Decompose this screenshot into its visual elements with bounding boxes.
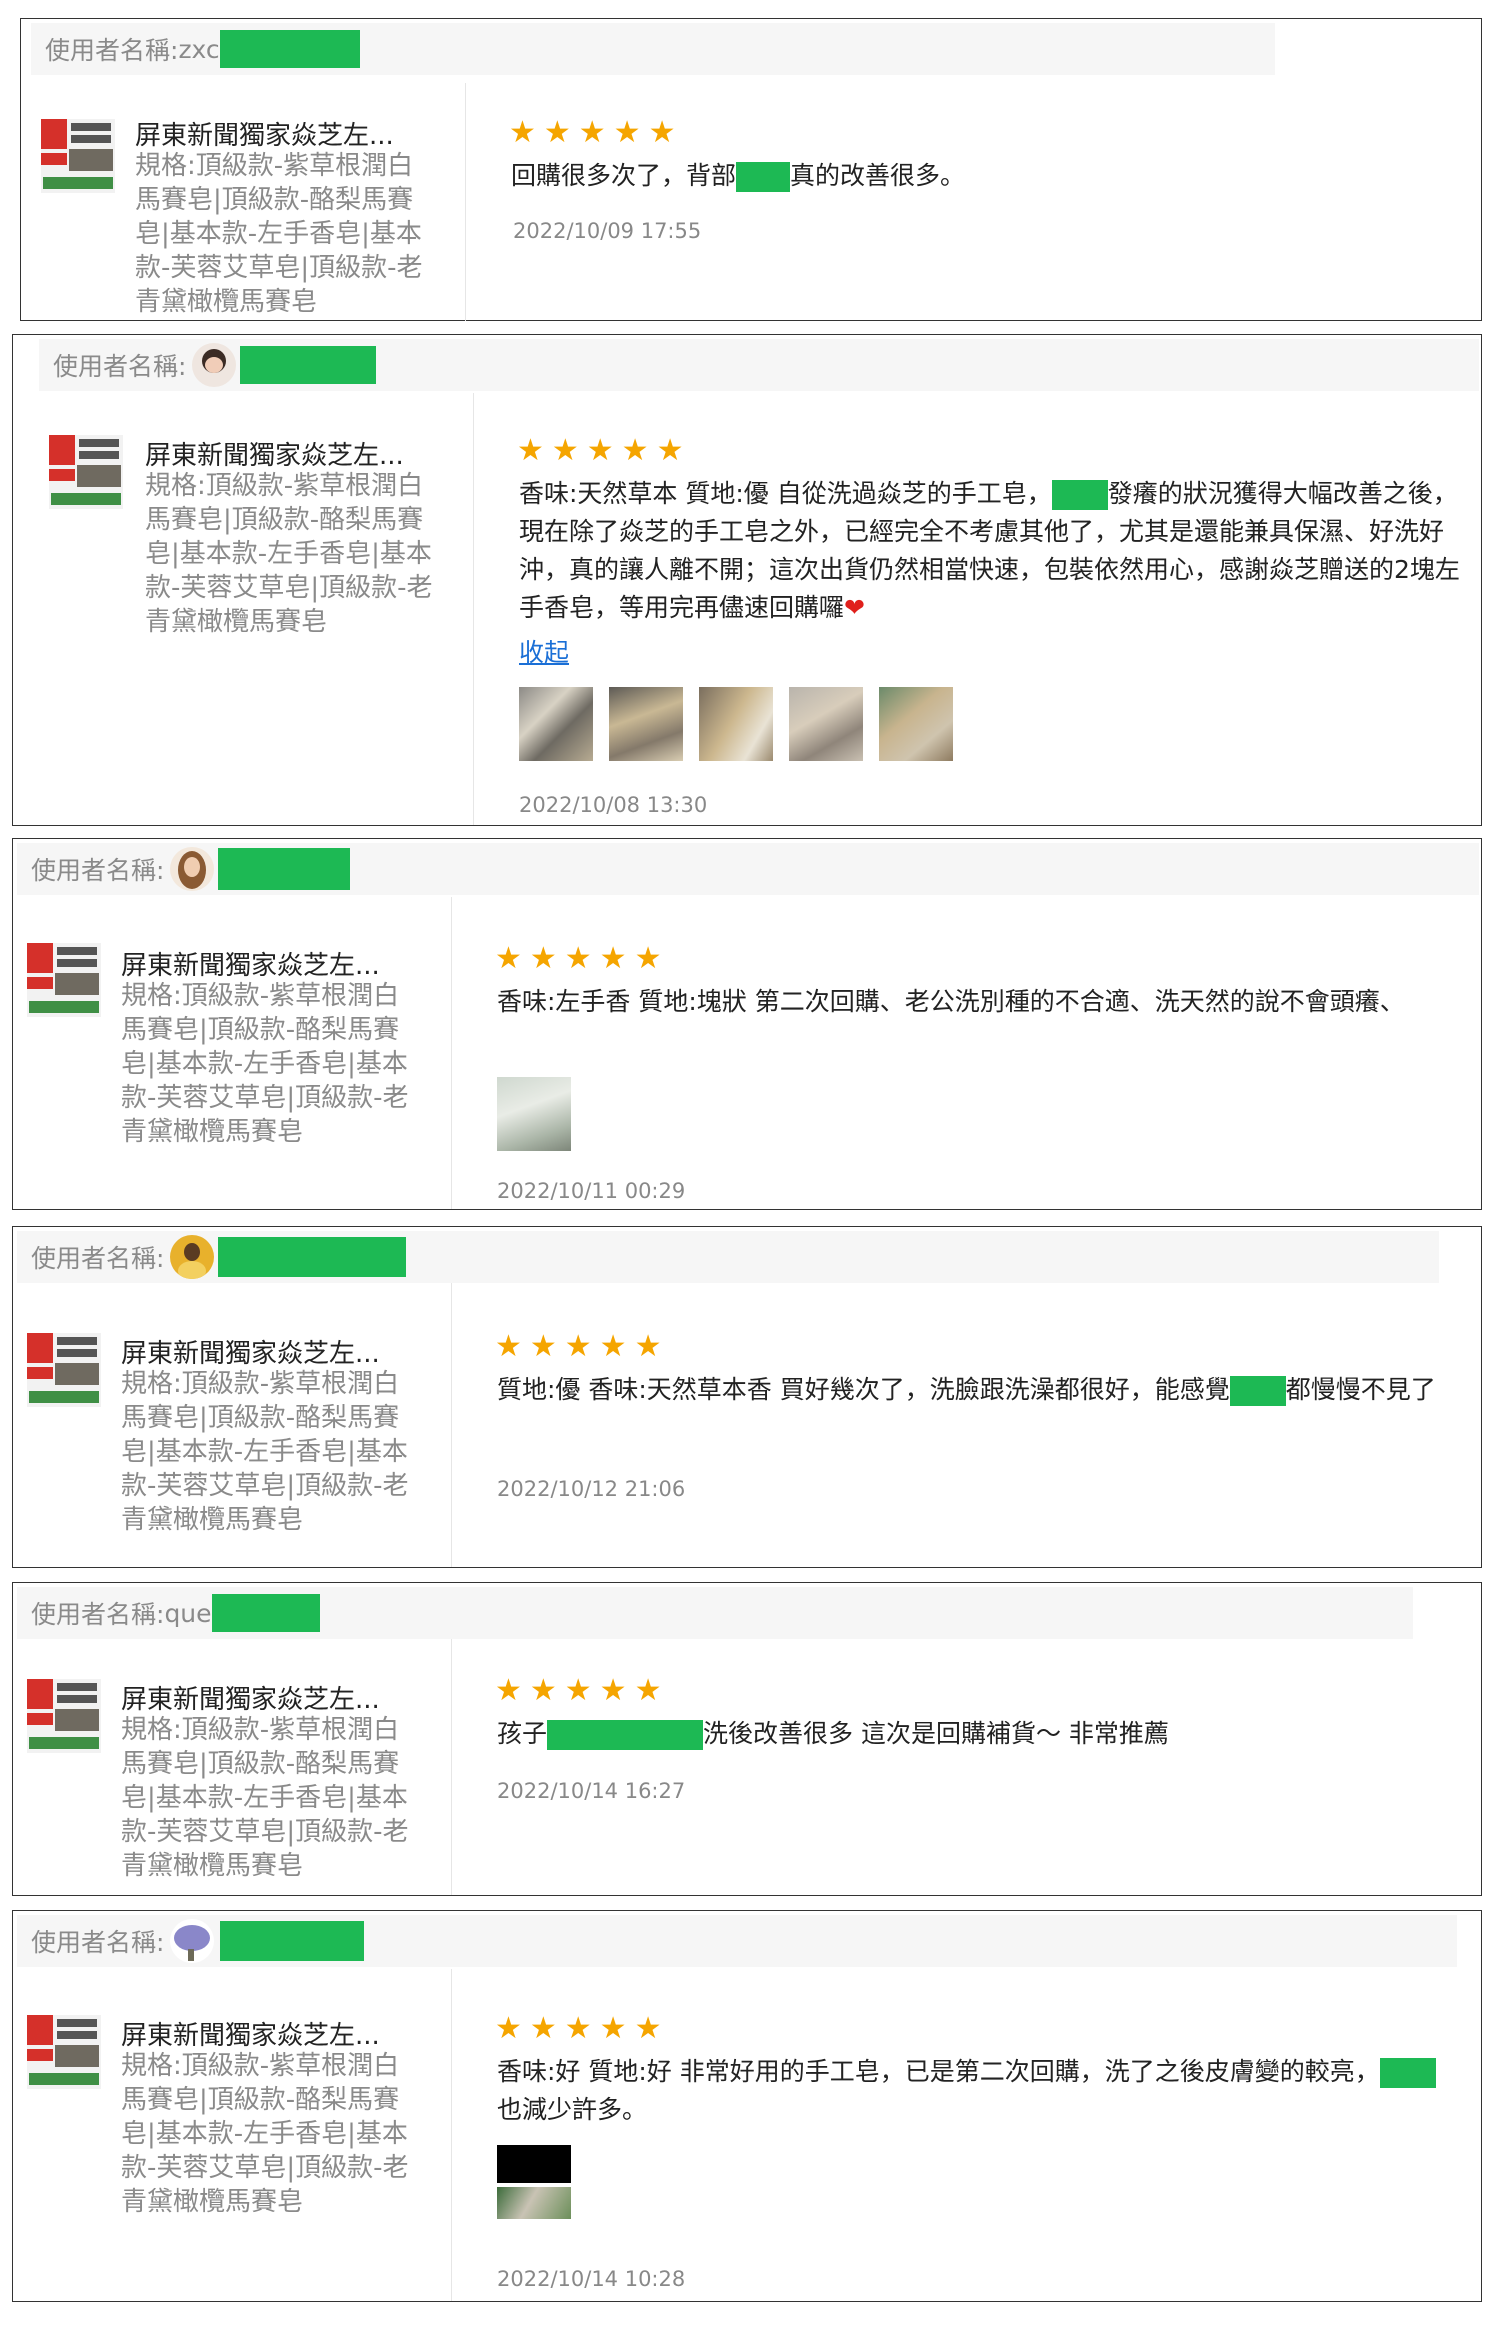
column-divider xyxy=(451,1639,452,1895)
username-label: 使用者名稱: xyxy=(53,352,187,381)
username-redaction xyxy=(211,1594,320,1632)
username-prefix: que xyxy=(164,1598,212,1628)
username-label: 使用者名稱: xyxy=(31,1244,165,1273)
review-photo[interactable] xyxy=(497,2145,571,2219)
user-bar: 使用者名稱: xyxy=(17,1915,1457,1967)
product-spec: 規格:頂級款-紫草根潤白馬賽皂|頂級款-酪梨馬賽皂|基本款-左手香皂|基本款-芙… xyxy=(121,2051,409,2217)
column-divider xyxy=(451,1283,452,1567)
product-spec: 規格:頂級款-紫草根潤白馬賽皂|頂級款-酪梨馬賽皂|基本款-左手香皂|基本款-芙… xyxy=(121,981,409,1147)
product-thumbnail[interactable] xyxy=(41,119,115,193)
review-photo[interactable] xyxy=(879,687,953,761)
review-text-part: 質地:優 香味:天然草本香 買好幾次了，洗臉跟洗澡都很好，能感覺 xyxy=(497,1375,1230,1404)
rating-stars: ★★★★★ xyxy=(509,115,684,150)
rating-stars: ★★★★★ xyxy=(495,1329,670,1364)
column-divider xyxy=(451,1969,452,2301)
username-redaction xyxy=(218,1237,407,1277)
user-avatar xyxy=(170,1919,215,1963)
user-bar: 使用者名稱: xyxy=(17,843,1479,895)
review-date: 2022/10/12 21:06 xyxy=(497,1477,686,1501)
review-text-part: 香味:左手香 質地:塊狀 第二次回購、老公洗別種的不合適、洗天然的說不會頭癢、 xyxy=(497,987,1405,1016)
product-title[interactable]: 屏東新聞獨家焱芝左... xyxy=(121,1333,380,1370)
product-thumbnail[interactable] xyxy=(49,435,123,509)
product-thumbnail[interactable] xyxy=(27,1679,101,1753)
review-photo[interactable] xyxy=(609,687,683,761)
user-bar: 使用者名稱: zxc xyxy=(31,23,1275,75)
user-avatar xyxy=(170,1235,215,1279)
collapse-link[interactable]: 收起 xyxy=(519,633,569,669)
user-bar: 使用者名稱: que xyxy=(17,1587,1413,1639)
column-divider xyxy=(465,83,466,321)
username-prefix: zxc xyxy=(178,34,220,64)
review-text: 質地:優 香味:天然草本香 買好幾次了，洗臉跟洗澡都很好，能感覺 都慢慢不見了 xyxy=(497,1371,1457,1409)
product-title[interactable]: 屏東新聞獨家焱芝左... xyxy=(135,115,394,152)
review-date: 2022/10/14 16:27 xyxy=(497,1779,686,1803)
review-card: 使用者名稱: 屏東新聞獨家焱芝左... 規格:頂級款-紫草根潤白馬賽皂|頂級款-… xyxy=(12,1226,1482,1568)
rating-stars: ★★★★★ xyxy=(495,941,670,976)
review-photo[interactable] xyxy=(789,687,863,761)
username-label: 使用者名稱: xyxy=(45,36,179,65)
review-text: 香味:天然草本 質地:優 自從洗過焱芝的手工皂， 發癢的狀況獲得大幅改善之後，現在… xyxy=(519,475,1477,627)
review-text-part: 都慢慢不見了 xyxy=(1285,1375,1436,1404)
username-redaction xyxy=(218,848,351,890)
user-avatar xyxy=(170,847,215,891)
column-divider xyxy=(451,897,452,1209)
product-thumbnail[interactable] xyxy=(27,943,101,1017)
review-date: 2022/10/09 17:55 xyxy=(513,219,702,243)
review-text-part: 真的改善很多。 xyxy=(790,161,966,190)
review-text-part: 香味:好 質地:好 非常好用的手工皂，已是第二次回購，洗了之後皮膚變的較亮， xyxy=(497,2057,1380,2086)
text-redaction xyxy=(1051,480,1108,510)
text-redaction xyxy=(1379,2058,1436,2088)
review-date: 2022/10/08 13:30 xyxy=(519,793,708,817)
heart-icon: ❤ xyxy=(844,593,865,622)
review-card: 使用者名稱: 屏東新聞獨家焱芝左... 規格:頂級款-紫草根潤白馬賽皂|頂級款-… xyxy=(12,838,1482,1210)
product-title[interactable]: 屏東新聞獨家焱芝左... xyxy=(121,1679,380,1716)
product-spec: 規格:頂級款-紫草根潤白馬賽皂|頂級款-酪梨馬賽皂|基本款-左手香皂|基本款-芙… xyxy=(121,1715,409,1881)
review-card: 使用者名稱: 屏東新聞獨家焱芝左... 規格:頂級款-紫草根潤白馬賽皂|頂級款-… xyxy=(12,1910,1482,2302)
review-date: 2022/10/14 10:28 xyxy=(497,2267,686,2291)
user-avatar xyxy=(192,343,237,387)
username-redaction xyxy=(219,30,360,68)
product-spec: 規格:頂級款-紫草根潤白馬賽皂|頂級款-酪梨馬賽皂|基本款-左手香皂|基本款-芙… xyxy=(121,1369,409,1535)
product-title[interactable]: 屏東新聞獨家焱芝左... xyxy=(121,2015,380,2052)
review-text-part: 孩子 xyxy=(497,1719,548,1748)
product-spec: 規格:頂級款-紫草根潤白馬賽皂|頂級款-酪梨馬賽皂|基本款-左手香皂|基本款-芙… xyxy=(135,151,423,317)
review-text-part: 回購很多次了，背部 xyxy=(511,161,737,190)
product-spec: 規格:頂級款-紫草根潤白馬賽皂|頂級款-酪梨馬賽皂|基本款-左手香皂|基本款-芙… xyxy=(145,471,433,637)
username-label: 使用者名稱: xyxy=(31,1928,165,1957)
rating-stars: ★★★★★ xyxy=(495,1673,670,1708)
username-label: 使用者名稱: xyxy=(31,1600,165,1629)
rating-stars: ★★★★★ xyxy=(517,433,692,468)
review-text-part: 也減少許多。 xyxy=(497,2095,648,2124)
review-photo[interactable] xyxy=(699,687,773,761)
column-divider xyxy=(473,393,474,825)
review-photo[interactable] xyxy=(519,687,593,761)
product-title[interactable]: 屏東新聞獨家焱芝左... xyxy=(145,435,404,472)
review-text: 香味:左手香 質地:塊狀 第二次回購、老公洗別種的不合適、洗天然的說不會頭癢、 xyxy=(497,983,1417,1021)
review-text-part: 香味:天然草本 質地:優 自從洗過焱芝的手工皂， xyxy=(519,479,1052,508)
review-date: 2022/10/11 00:29 xyxy=(497,1179,686,1203)
username-redaction xyxy=(220,1921,365,1961)
review-text: 回購很多次了，背部 真的改善很多。 xyxy=(511,157,1451,195)
user-bar: 使用者名稱: xyxy=(17,1231,1439,1283)
review-text-part: 洗後改善很多 這次是回購補貨～ 非常推薦 xyxy=(703,1719,1169,1748)
rating-stars: ★★★★★ xyxy=(495,2011,670,2046)
text-redaction xyxy=(547,1720,704,1750)
product-title[interactable]: 屏東新聞獨家焱芝左... xyxy=(121,945,380,982)
product-thumbnail[interactable] xyxy=(27,2015,101,2089)
product-thumbnail[interactable] xyxy=(27,1333,101,1407)
text-redaction xyxy=(736,162,791,192)
review-card: 使用者名稱: que 屏東新聞獨家焱芝左... 規格:頂級款-紫草根潤白馬賽皂|… xyxy=(12,1582,1482,1896)
review-card: 使用者名稱: 屏東新聞獨家焱芝左... 規格:頂級款-紫草根潤白馬賽皂|頂級款-… xyxy=(12,334,1482,826)
review-photo[interactable] xyxy=(497,1077,571,1151)
review-text: 香味:好 質地:好 非常好用的手工皂，已是第二次回購，洗了之後皮膚變的較亮， 也減… xyxy=(497,2053,1457,2129)
review-card: 使用者名稱: zxc 屏東新聞獨家焱芝左... 規格:頂級款-紫草根潤白馬賽皂|… xyxy=(20,18,1482,321)
text-redaction xyxy=(1229,1376,1286,1406)
username-redaction xyxy=(240,346,377,384)
review-text: 孩子 洗後改善很多 這次是回購補貨～ 非常推薦 xyxy=(497,1715,1457,1753)
user-bar: 使用者名稱: xyxy=(39,339,1479,391)
username-label: 使用者名稱: xyxy=(31,856,165,885)
